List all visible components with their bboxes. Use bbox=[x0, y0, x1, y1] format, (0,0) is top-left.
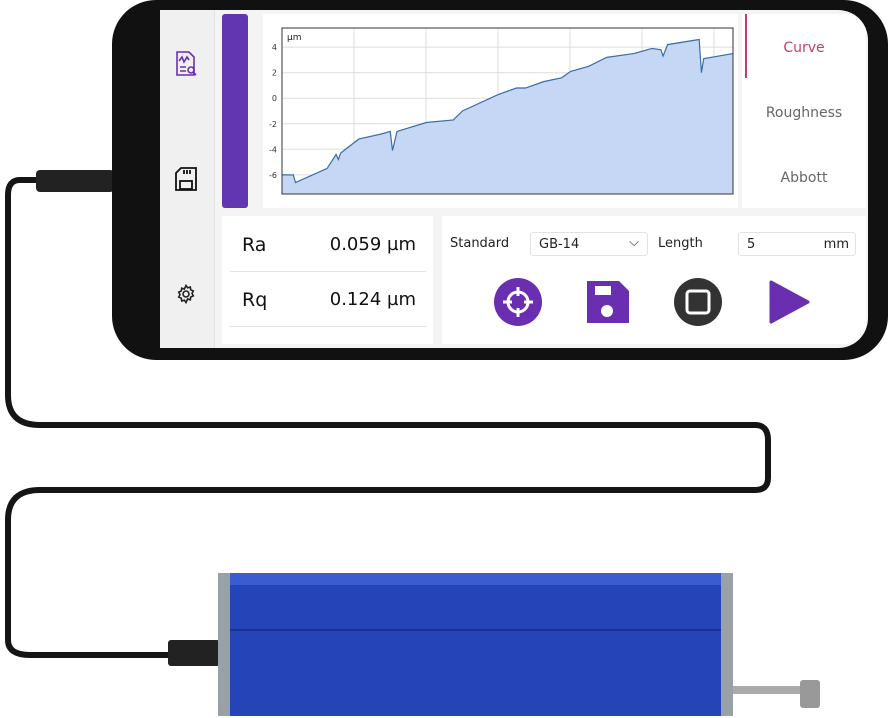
report-search-icon[interactable] bbox=[172, 50, 200, 78]
tab-curve[interactable]: Curve bbox=[742, 40, 866, 56]
gear-icon[interactable] bbox=[172, 280, 200, 308]
result-name: Ra bbox=[242, 233, 267, 256]
chevron-down-icon: ⌵ bbox=[629, 235, 639, 250]
tab-abbott[interactable]: Abbott bbox=[742, 170, 866, 186]
standard-select[interactable]: GB-14 ⌵ bbox=[530, 232, 648, 256]
profile-chart: 4 2 0 -2 -4 -6 µm bbox=[269, 27, 734, 195]
result-row-rq: Rq 0.124 µm bbox=[230, 273, 426, 327]
stop-button[interactable] bbox=[672, 276, 724, 328]
length-label: Length bbox=[658, 236, 703, 251]
tab-roughness[interactable]: Roughness bbox=[742, 105, 866, 121]
sidebar bbox=[160, 10, 215, 348]
result-name: Rq bbox=[242, 288, 268, 311]
length-unit: mm bbox=[823, 237, 849, 252]
chart-panel: 4 2 0 -2 -4 -6 µm bbox=[263, 14, 738, 208]
usb-plug bbox=[36, 170, 114, 192]
profile-area bbox=[282, 39, 733, 194]
y-unit-label: µm bbox=[287, 33, 302, 43]
y-tick-label: 2 bbox=[272, 69, 277, 78]
controls-panel: Standard GB-14 ⌵ Length 5 mm bbox=[442, 216, 866, 344]
y-tick-label: -4 bbox=[269, 145, 277, 154]
standard-value: GB-14 bbox=[539, 237, 580, 252]
calibrate-button[interactable] bbox=[492, 276, 544, 328]
result-value: 0.059 µm bbox=[329, 234, 416, 255]
result-value: 0.124 µm bbox=[329, 289, 416, 310]
sd-card-icon[interactable] bbox=[172, 165, 200, 193]
y-tick-label: 0 bbox=[272, 94, 277, 103]
results-panel: Ra 0.059 µm Rq 0.124 µm bbox=[222, 216, 433, 344]
progress-bar bbox=[222, 14, 248, 208]
start-button[interactable] bbox=[762, 276, 814, 328]
y-tick-label: 4 bbox=[272, 43, 277, 52]
result-row-ra: Ra 0.059 µm bbox=[230, 218, 426, 272]
app-screen: 4 2 0 -2 -4 -6 µm Curve Roughness Abbott Ra 0.0… bbox=[160, 10, 868, 348]
y-tick-label: -6 bbox=[269, 171, 277, 180]
play-icon bbox=[769, 280, 810, 324]
length-value: 5 bbox=[747, 237, 756, 252]
crosshair-icon bbox=[494, 278, 542, 326]
length-input[interactable]: 5 mm bbox=[738, 232, 856, 256]
standard-label: Standard bbox=[450, 236, 510, 251]
roughness-tester-body bbox=[218, 573, 733, 716]
view-tabs: Curve Roughness Abbott bbox=[742, 14, 866, 208]
save-icon bbox=[587, 281, 629, 323]
save-button[interactable] bbox=[582, 276, 634, 328]
stop-icon bbox=[674, 278, 722, 326]
y-tick-label: -2 bbox=[269, 120, 277, 129]
cable-plug-device bbox=[168, 640, 220, 666]
